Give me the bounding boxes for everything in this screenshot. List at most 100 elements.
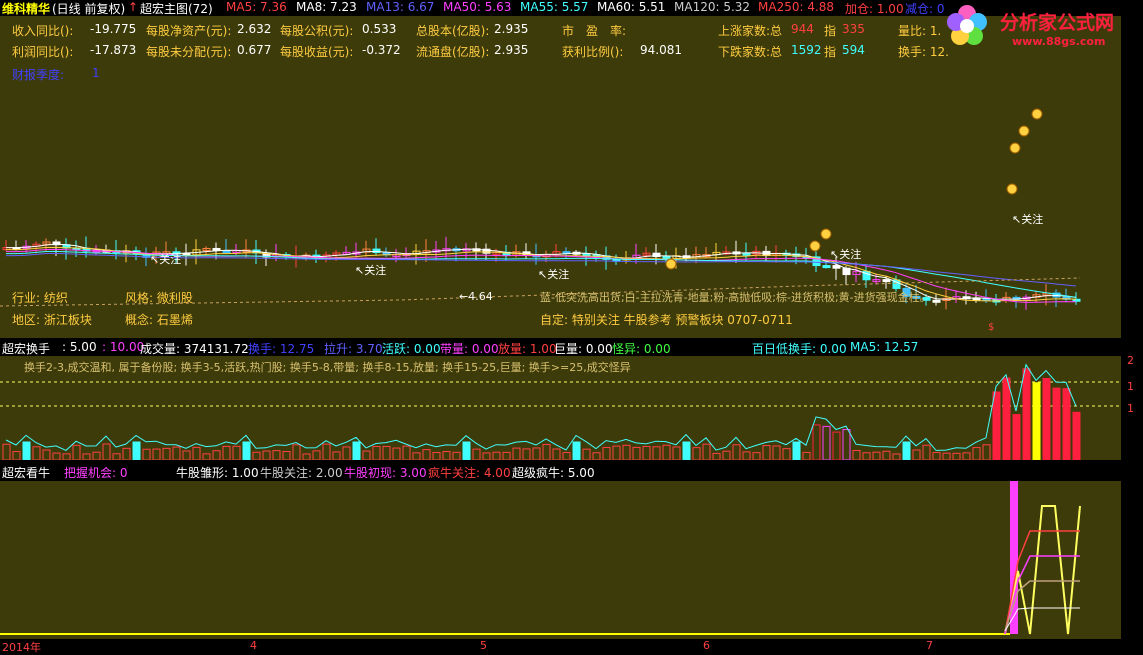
volume-bar: [82, 453, 91, 460]
header-value: 巨量: 0.00: [554, 342, 613, 356]
volume-bar: [772, 445, 781, 460]
signal-marker: $: [988, 322, 995, 333]
volume-bar: [92, 451, 101, 460]
main-chart-panel[interactable]: ↖关注 ↖关注 ↖关注 ↖关注 ↖关注 收入同比(): -19.775 每股净资产(元)…: [0, 16, 1121, 338]
volume-bar: [682, 441, 691, 460]
volume-bar: [882, 450, 891, 460]
focus-label: ↖关注: [538, 267, 569, 281]
volume-bar: [562, 452, 571, 460]
volume-bar: [802, 451, 811, 460]
volume-bar: [752, 452, 761, 460]
focus-label: ↖关注: [830, 247, 861, 261]
volume-bar: [502, 451, 511, 460]
volume-bar: [62, 453, 71, 460]
volume-bar: [492, 451, 501, 460]
up-count-label: 上涨家数:总: [718, 24, 783, 38]
fund-label: 利润同比():: [12, 45, 74, 59]
fund-label: 每股未分配(元):: [146, 45, 232, 59]
right-price-axis: 2 1 1: [1121, 16, 1143, 639]
arrow-up-icon: ↑: [128, 0, 139, 14]
volume-bar: [242, 441, 251, 460]
report-season-label: 财报季度:: [12, 68, 65, 82]
volume-bar: [302, 453, 311, 460]
period-label[interactable]: (日线 前复权): [52, 0, 125, 17]
volume-bar: [982, 444, 991, 460]
money-bag-icon: [665, 258, 677, 270]
volume-bar: [442, 450, 451, 460]
logo-title: 分析家公式网: [1000, 12, 1115, 34]
volume-bar: [782, 448, 791, 460]
volume-bar: [512, 447, 521, 460]
axis-tick: 2: [1127, 354, 1134, 367]
volume-bar: [282, 451, 291, 460]
volume-bar: [152, 448, 161, 460]
turnover-panel[interactable]: 换手2-3,成交温和, 属于备份股; 换手3-5,活跃,热门股; 换手5-8,带…: [0, 356, 1121, 460]
volume-bar: [742, 451, 751, 460]
volume-bar: [32, 446, 41, 460]
header-value: 活跃: 0.00: [382, 342, 441, 356]
fund-label: 每股收益(元):: [280, 45, 354, 59]
turnover-ma-line: [5, 363, 1077, 451]
volume-bar: [1022, 368, 1031, 460]
stock-name[interactable]: 维科精华: [2, 0, 50, 17]
volume-bar: [272, 450, 281, 460]
date-tick: 5: [480, 639, 487, 652]
volume-bar: [822, 425, 831, 460]
legend-description: 蓝-低突洗高出货;白-主拉洗青-地量;粉-高抛低吸;棕-进货积极;黄-进货强现金…: [540, 291, 931, 304]
header-value: 拉升: 3.70: [324, 342, 383, 356]
report-season-value: 1: [92, 66, 100, 80]
volume-bar: [332, 451, 341, 460]
focus-label: ↖关注: [355, 263, 386, 277]
volume-bar: [122, 447, 131, 460]
volume-bar: [892, 453, 901, 460]
candle-body: [742, 252, 751, 256]
down-index-value: 594: [842, 43, 865, 57]
down-index-label: 指: [824, 45, 837, 59]
volume-bar: [632, 446, 641, 460]
header-value: : 10.00: [102, 340, 145, 354]
volume-bar: [952, 452, 961, 460]
volume-bar: [312, 450, 321, 460]
volume-bar: [672, 446, 681, 460]
header-value: MA5: 12.57: [850, 340, 919, 354]
volume-bar: [942, 452, 951, 460]
custom-blocks: 自定: 特别关注 牛股参考 预警板块 0707-0711: [540, 313, 793, 327]
volume-bar: [462, 441, 471, 460]
volume-bar: [342, 446, 351, 460]
bull-panel[interactable]: [0, 481, 1121, 639]
fund-value: -17.873: [90, 43, 137, 57]
header-value: 放量: 1.00: [498, 342, 557, 356]
volume-bar: [972, 447, 981, 460]
fund-value: 94.081: [640, 43, 682, 57]
money-bag-icon: [1006, 183, 1018, 195]
volume-bar: [1012, 414, 1021, 460]
header-value: 换手: 12.75: [248, 342, 315, 356]
bull-signal-chart[interactable]: [0, 481, 1121, 639]
up-index-label: 指: [824, 24, 837, 38]
volume-bar: [652, 446, 661, 460]
volume-bar: [292, 444, 301, 460]
industry-label: 行业: 纺织: [12, 291, 68, 305]
fund-value: 2.632: [237, 22, 272, 36]
volume-bar: [252, 451, 261, 460]
volume-bar: [162, 447, 171, 460]
fund-label: 每股公积(元):: [280, 24, 354, 38]
volume-bar: [1042, 378, 1051, 460]
candle-body: [822, 265, 831, 269]
ma-value: MA250: 4.88: [758, 0, 835, 14]
focus-label: ↖关注: [150, 252, 181, 266]
fund-value: 2.935: [494, 22, 529, 36]
date-axis: 2014年 4 5 6 7: [0, 639, 1143, 654]
header-value: 牛股雏形: 1.00: [176, 466, 259, 480]
concept-label: 概念: 石墨烯: [125, 313, 193, 327]
volume-bar: [662, 444, 671, 460]
logo-url: www.88gs.com: [1012, 35, 1106, 48]
volume-bar: [2, 443, 11, 460]
indicator-name[interactable]: 超宏主图(72): [140, 0, 213, 17]
ma-value: MA8: 7.23: [296, 0, 357, 14]
fund-value: 0.533: [362, 22, 397, 36]
volume-bar: [542, 443, 551, 460]
header-value: : 5.00: [62, 340, 97, 354]
date-tick: 4: [250, 639, 257, 652]
volume-bar: [1032, 382, 1041, 460]
